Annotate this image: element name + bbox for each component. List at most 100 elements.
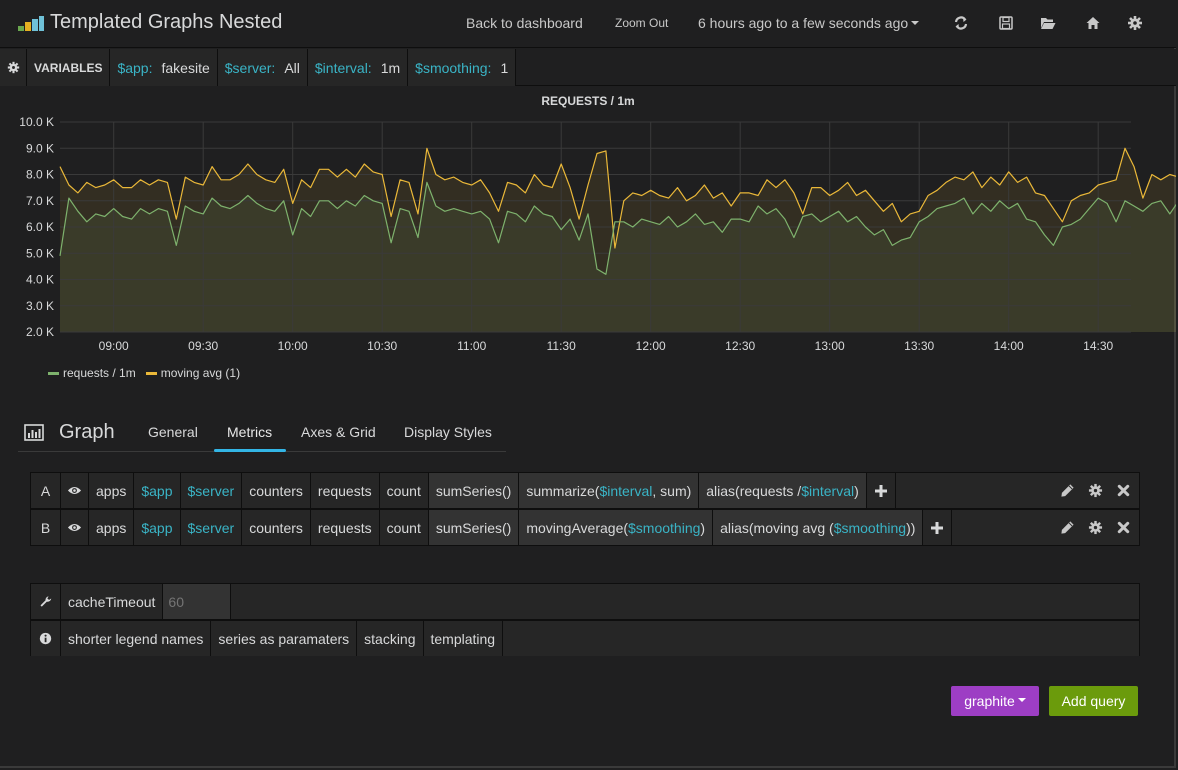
variable-value: fakesite xyxy=(161,59,210,76)
help-links-row: shorter legend names series as paramater… xyxy=(30,620,1140,656)
x-tick-label: 10:30 xyxy=(367,339,397,353)
variable-server[interactable]: $server: All xyxy=(217,49,308,86)
metric-segment[interactable]: $app xyxy=(134,510,181,545)
legend-label: moving avg (1) xyxy=(160,366,241,380)
function-text: sumSeries() xyxy=(435,482,512,499)
time-range-picker[interactable]: 6 hours ago to a few seconds ago xyxy=(698,15,920,31)
legend-item-requests[interactable]: requests / 1m xyxy=(48,366,136,380)
time-range-text: 6 hours ago to a few seconds ago xyxy=(698,15,909,31)
metric-segment[interactable]: apps xyxy=(89,510,135,545)
toggle-visibility-button[interactable] xyxy=(61,510,89,545)
datasource-dropdown[interactable]: graphite xyxy=(951,686,1039,716)
template-variable: $smoothing xyxy=(833,519,907,536)
variables-settings-button[interactable] xyxy=(0,49,27,86)
add-function-button[interactable] xyxy=(867,473,896,508)
x-tick-label: 14:00 xyxy=(994,339,1024,353)
cache-timeout-row: cacheTimeout xyxy=(30,583,1140,620)
info-icon xyxy=(31,621,61,656)
metric-segment[interactable]: counters xyxy=(242,473,311,508)
settings-gear-icon[interactable] xyxy=(1088,520,1103,535)
refresh-icon[interactable] xyxy=(953,15,969,31)
home-icon[interactable] xyxy=(1085,15,1101,31)
edit-pencil-icon[interactable] xyxy=(1060,520,1075,535)
y-tick-label: 5.0 K xyxy=(26,246,54,260)
legend-item-moving-avg[interactable]: moving avg (1) xyxy=(145,366,241,380)
tab-display-styles[interactable]: Display Styles xyxy=(404,424,492,440)
toggle-visibility-button[interactable] xyxy=(61,473,89,508)
y-tick-label: 2.0 K xyxy=(26,325,54,339)
add-query-button[interactable]: Add query xyxy=(1049,686,1138,716)
function-chip[interactable]: sumSeries() xyxy=(428,510,520,545)
variable-app[interactable]: $app: fakesite xyxy=(110,49,218,86)
variables-label: VARIABLES xyxy=(27,49,111,86)
zoom-out-button[interactable]: Zoom Out xyxy=(615,16,668,30)
grafana-logo-icon xyxy=(18,16,44,31)
tab-general[interactable]: General xyxy=(148,424,198,440)
edit-pencil-icon[interactable] xyxy=(1060,483,1075,498)
caret-down-icon xyxy=(911,21,920,26)
function-text: , sum) xyxy=(652,482,692,499)
open-folder-icon[interactable] xyxy=(1040,15,1056,31)
add-function-button[interactable] xyxy=(923,510,953,545)
function-chip[interactable]: sumSeries() xyxy=(428,473,520,508)
query-ref-letter: B xyxy=(31,510,61,545)
metric-segment[interactable]: count xyxy=(380,510,429,545)
legend-label: requests / 1m xyxy=(63,366,136,380)
remove-query-icon[interactable] xyxy=(1116,520,1131,535)
tab-metrics[interactable]: Metrics xyxy=(227,424,272,440)
variable-smoothing[interactable]: $smoothing: 1 xyxy=(408,49,517,86)
cache-timeout-input[interactable] xyxy=(163,584,232,619)
function-text: alias(requests / xyxy=(706,482,802,499)
remove-query-icon[interactable] xyxy=(1116,483,1131,498)
eye-icon xyxy=(67,523,82,532)
requests-graph[interactable]: 2.0 K 3.0 K 4.0 K 5.0 K 6.0 K 7.0 K 8.0 K 9.0 K… xyxy=(0,110,1176,360)
metric-segment[interactable]: count xyxy=(380,473,429,508)
cache-timeout-label: cacheTimeout xyxy=(61,584,164,619)
metric-segment[interactable]: $server xyxy=(181,473,243,508)
metric-segment[interactable]: apps xyxy=(89,473,135,508)
metric-segment[interactable]: requests xyxy=(311,510,380,545)
y-tick-label: 7.0 K xyxy=(26,194,54,208)
settings-icon[interactable] xyxy=(1127,15,1143,31)
metric-segment[interactable]: $server xyxy=(181,510,243,545)
gear-icon xyxy=(7,61,19,74)
variable-interval[interactable]: $interval: 1m xyxy=(307,49,409,86)
save-icon[interactable] xyxy=(998,15,1014,31)
metric-segment[interactable]: $app xyxy=(134,473,181,508)
back-to-dashboard-link[interactable]: Back to dashboard xyxy=(466,15,583,31)
query-row-b: Bapps $app $server counters requests count sum… xyxy=(30,509,1140,546)
function-chip[interactable]: movingAverage($smoothing) xyxy=(519,510,714,545)
settings-gear-icon[interactable] xyxy=(1088,483,1103,498)
help-shorter-legend-names[interactable]: shorter legend names xyxy=(61,621,212,656)
function-chip[interactable]: summarize($interval, sum) xyxy=(519,473,700,508)
variable-name: $interval: xyxy=(314,59,372,76)
wrench-icon xyxy=(31,584,61,619)
template-variables-bar: VARIABLES $app: fakesite $server: All $int… xyxy=(0,49,1176,86)
x-tick-label: 10:00 xyxy=(278,339,308,353)
metric-segment[interactable]: requests xyxy=(311,473,380,508)
legend-swatch xyxy=(48,371,59,375)
x-tick-label: 13:00 xyxy=(815,339,845,353)
panel-type-title: Graph xyxy=(59,421,115,443)
variable-name: $server: xyxy=(224,59,276,76)
legend-swatch xyxy=(145,371,157,375)
top-navbar: Templated Graphs Nested Back to dashboar… xyxy=(0,0,1176,48)
function-text: sumSeries() xyxy=(435,519,512,536)
metric-segment[interactable]: counters xyxy=(242,510,311,545)
panel-editor-header: Graph General Metrics Axes & Grid Displa… xyxy=(18,416,506,452)
eye-icon xyxy=(67,486,82,495)
function-chip[interactable]: alias(requests / $interval) xyxy=(699,473,867,508)
help-series-as-parameters[interactable]: series as paramaters xyxy=(211,621,358,656)
function-text: summarize( xyxy=(526,482,600,499)
y-tick-label: 4.0 K xyxy=(26,273,54,287)
variable-name: $app: xyxy=(117,59,153,76)
function-text: ) xyxy=(854,482,859,499)
help-stacking[interactable]: stacking xyxy=(357,621,424,656)
x-tick-label: 14:30 xyxy=(1083,339,1113,353)
dashboard-title[interactable]: Templated Graphs Nested xyxy=(50,11,282,34)
plus-icon xyxy=(931,521,944,534)
tab-axes-grid[interactable]: Axes & Grid xyxy=(301,424,376,440)
x-tick-label: 12:30 xyxy=(725,339,755,353)
function-chip[interactable]: alias(moving avg ($smoothing)) xyxy=(713,510,924,545)
help-templating[interactable]: templating xyxy=(424,621,504,656)
